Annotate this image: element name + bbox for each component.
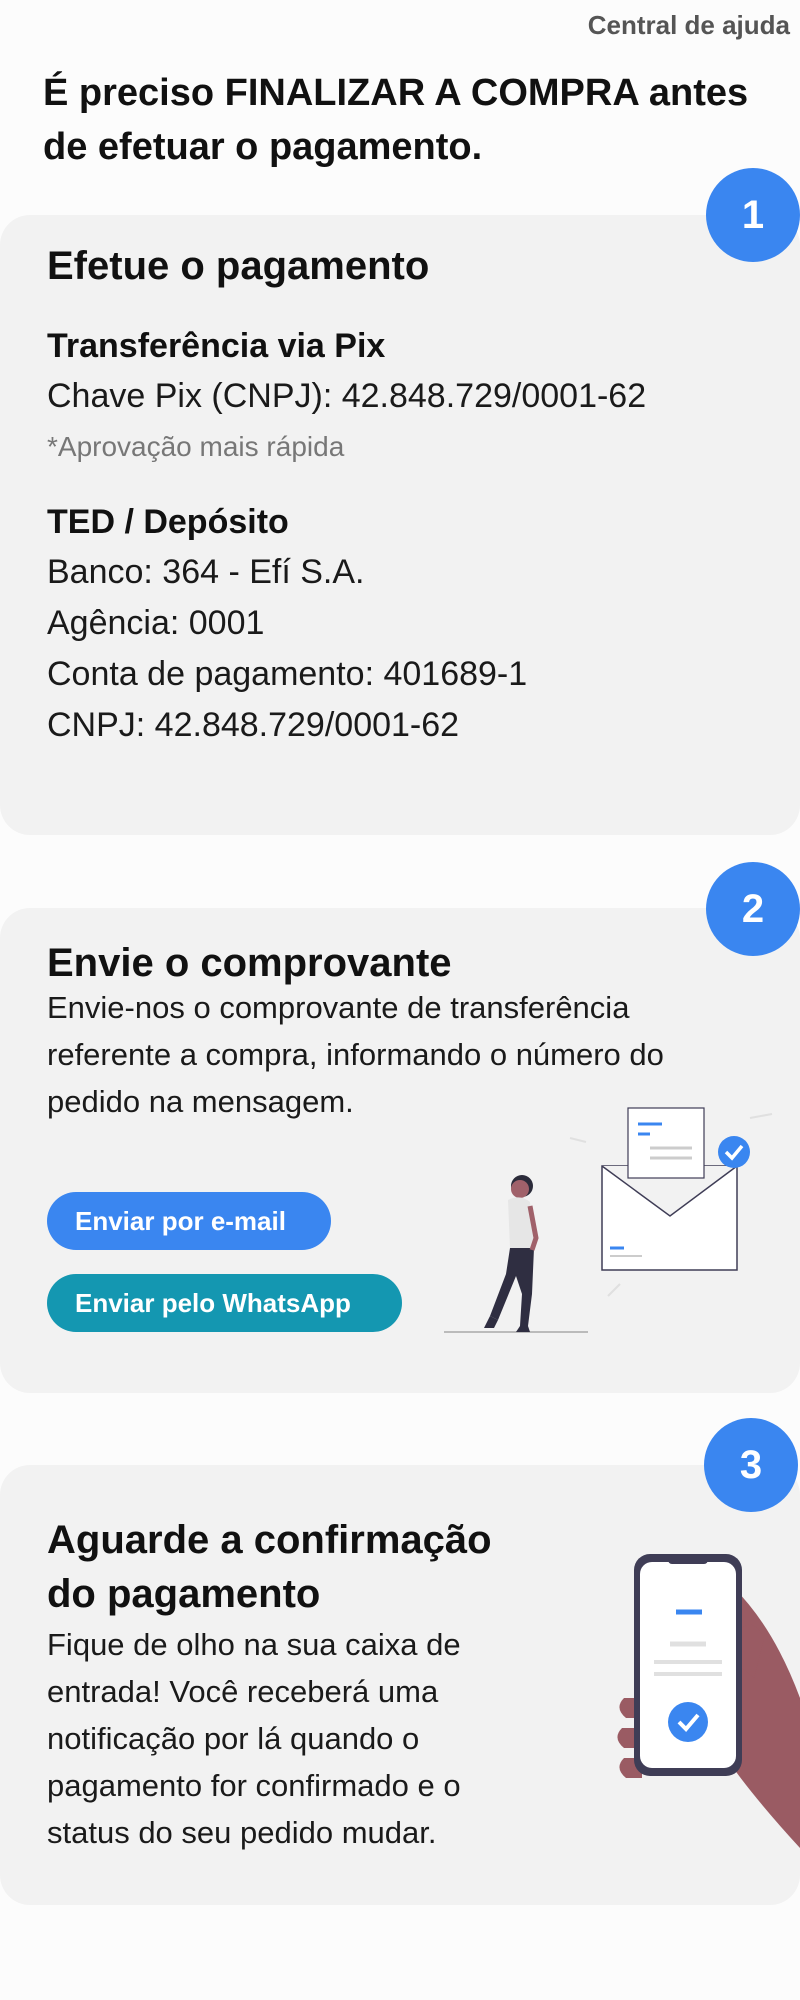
ted-agency: Agência: 0001: [47, 604, 265, 642]
ted-account: Conta de pagamento: 401689-1: [47, 655, 528, 693]
send-whatsapp-button[interactable]: Enviar pelo WhatsApp: [47, 1274, 402, 1332]
page-headline: É preciso FINALIZAR A COMPRA antes de ef…: [43, 72, 749, 168]
person-walking-with-envelope-icon: [444, 1107, 773, 1333]
step-3-title: Aguarde a confirmação do pagamento: [47, 1518, 492, 1616]
pix-heading: Transferência via Pix: [47, 327, 386, 365]
ted-heading: TED / Depósito: [47, 503, 289, 541]
step-2-badge: 2: [706, 862, 800, 956]
step-1-badge: 1: [706, 168, 800, 262]
ted-cnpj: CNPJ: 42.848.729/0001-62: [47, 706, 460, 744]
ted-bank: Banco: 364 - Efí S.A.: [47, 553, 365, 591]
pix-note: *Aprovação mais rápida: [47, 431, 345, 462]
step-3-badge: 3: [704, 1418, 798, 1512]
help-center-link[interactable]: Central de ajuda: [588, 10, 790, 41]
step-2-title: Envie o comprovante: [47, 941, 452, 985]
step-1-card: Efetue o pagamento Transferência via Pix…: [0, 215, 800, 835]
step-3-description: Fique de olho na sua caixa de entrada! V…: [47, 1627, 461, 1850]
step-1-title: Efetue o pagamento: [47, 244, 430, 288]
pix-key: Chave Pix (CNPJ): 42.848.729/0001-62: [47, 377, 647, 415]
send-email-button[interactable]: Enviar por e-mail: [47, 1192, 331, 1250]
hand-holding-phone-icon: [617, 1554, 800, 1848]
